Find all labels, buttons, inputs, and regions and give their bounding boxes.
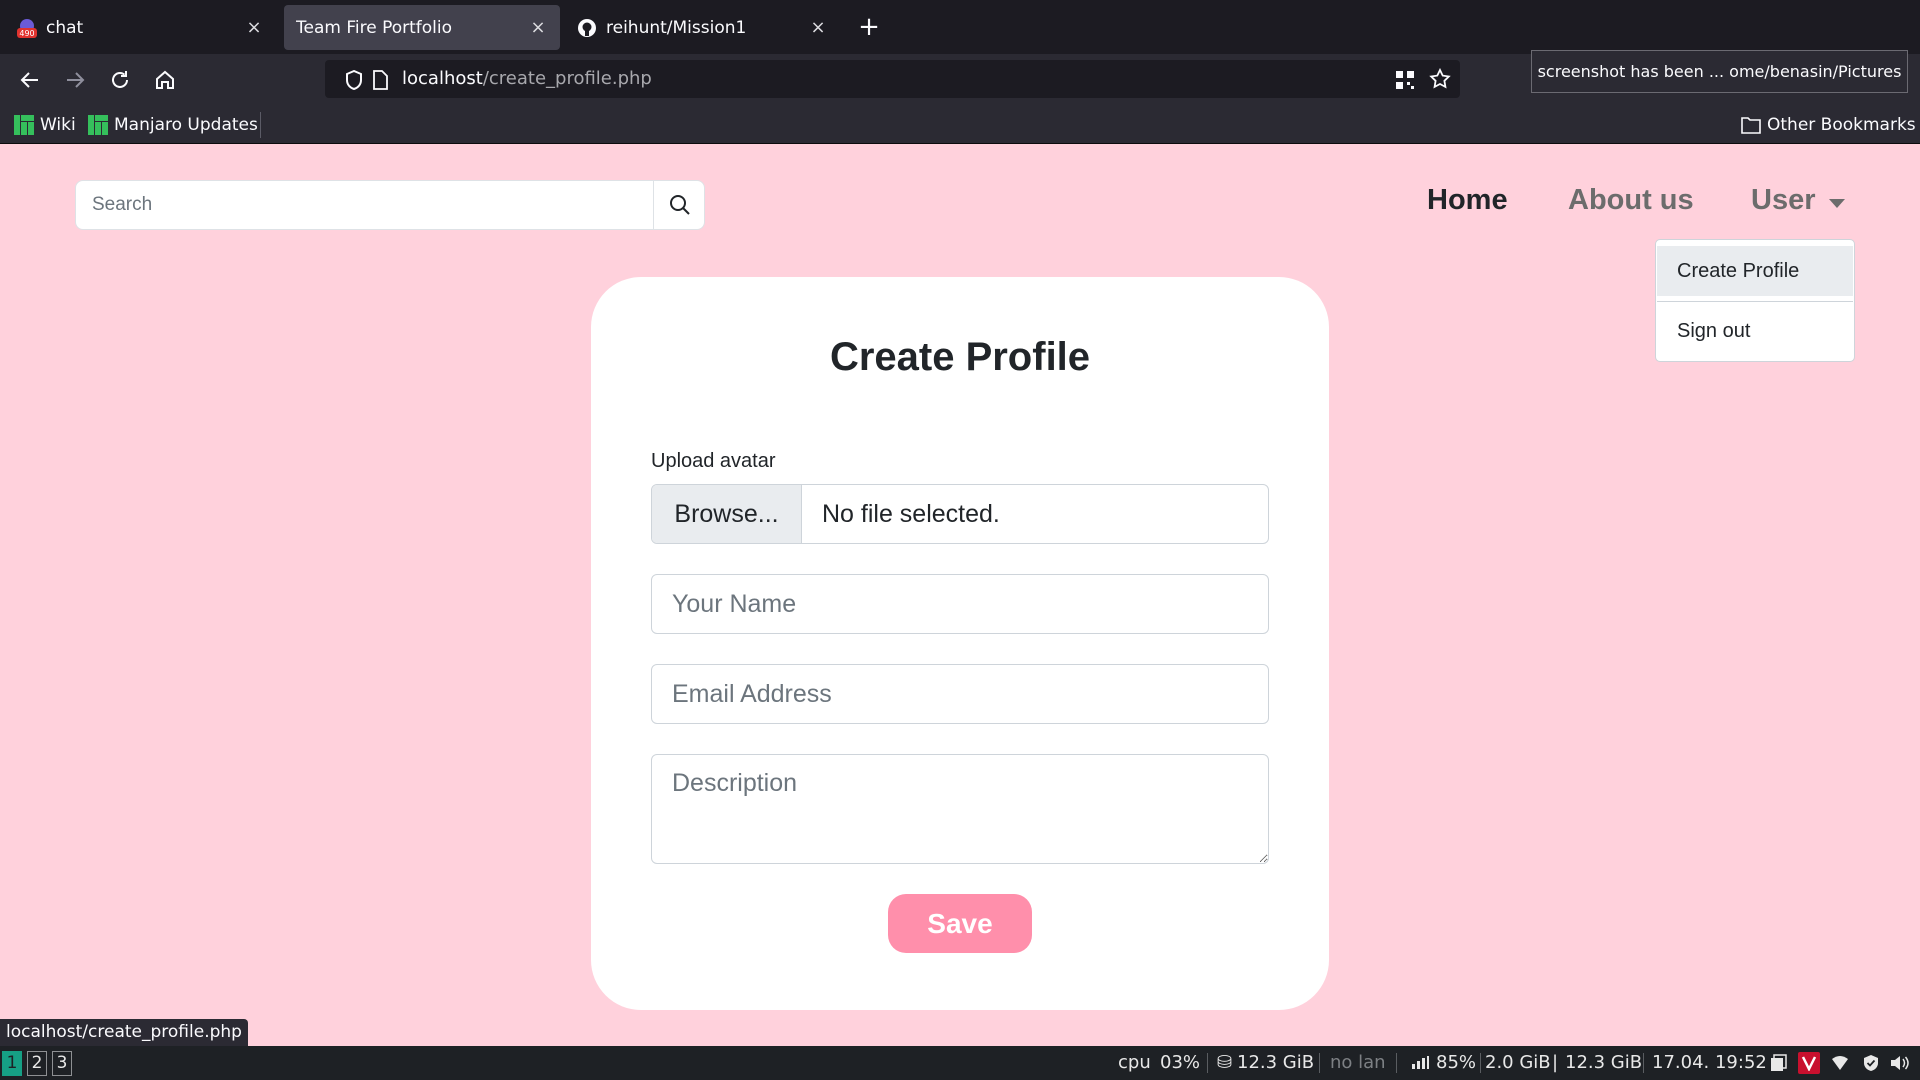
home-button[interactable]: [149, 64, 181, 96]
screenshot-notification: screenshot has been ... ome/benasin/Pict…: [1531, 50, 1908, 93]
taskbar-separator: [1207, 1053, 1208, 1073]
tab-team-fire-portfolio[interactable]: Team Fire Portfolio ×: [284, 5, 560, 50]
bookmark-wiki[interactable]: Wiki: [14, 112, 76, 138]
close-tab-icon[interactable]: ×: [808, 17, 828, 38]
star-icon[interactable]: [1429, 67, 1451, 94]
browse-button[interactable]: Browse...: [652, 485, 802, 543]
other-bookmarks[interactable]: Other Bookmarks: [1741, 112, 1916, 138]
disk-usage: 12.3 GiB: [1237, 1052, 1315, 1073]
taskbar-separator: [1480, 1053, 1481, 1073]
search-box: [75, 180, 705, 230]
cpu-label: cpu: [1118, 1052, 1151, 1073]
email-field[interactable]: [651, 664, 1269, 724]
cpu-value: 03%: [1160, 1052, 1201, 1073]
workspace-3[interactable]: 3: [52, 1051, 72, 1076]
avatar-file-input[interactable]: Browse... No file selected.: [651, 484, 1269, 544]
taskbar-separator: [1643, 1053, 1644, 1073]
tab-chat[interactable]: 490 chat ×: [4, 5, 276, 50]
folder-icon: [1741, 116, 1761, 134]
tab-label: Team Fire Portfolio: [296, 17, 453, 38]
tab-bar: 490 chat × Team Fire Portfolio × reihunt…: [0, 0, 1920, 54]
url-path: /create_profile.php: [482, 68, 652, 89]
create-profile-card: Create Profile Upload avatar Browse... N…: [591, 277, 1329, 1010]
manjaro-icon: [14, 115, 34, 135]
bookmark-separator: [260, 112, 261, 138]
user-dropdown-menu: Create Profile Sign out: [1655, 239, 1855, 362]
reload-icon: [112, 71, 128, 88]
chat-favicon-icon: 490: [16, 17, 38, 39]
home-icon: [156, 70, 174, 89]
close-tab-icon[interactable]: ×: [244, 17, 264, 38]
memory-total: 12.3 GiB: [1565, 1052, 1643, 1073]
tab-label: chat: [46, 17, 84, 38]
bookmark-label: Wiki: [40, 115, 76, 135]
description-field[interactable]: [651, 754, 1269, 864]
wifi-icon[interactable]: [1829, 1052, 1851, 1074]
chat-badge: 490: [19, 29, 34, 38]
manjaro-icon: [88, 115, 108, 135]
nav-home-link[interactable]: Home: [1427, 184, 1508, 217]
clock: 17.04. 19:52: [1652, 1052, 1767, 1073]
caret-down-icon[interactable]: [1829, 199, 1845, 208]
dropdown-sign-out[interactable]: Sign out: [1657, 306, 1853, 356]
close-tab-icon[interactable]: ×: [528, 17, 548, 38]
arrow-right-icon: [67, 72, 85, 88]
taskbar-separator: [1396, 1053, 1397, 1073]
bookmark-label: Manjaro Updates: [114, 115, 258, 135]
github-icon: [576, 17, 598, 39]
file-status-text: No file selected.: [822, 500, 1000, 528]
battery-icon: [1410, 1046, 1430, 1080]
workspace-1[interactable]: 1: [2, 1051, 22, 1076]
search-input[interactable]: [76, 181, 651, 229]
clipboard-icon[interactable]: [1767, 1052, 1789, 1074]
bookmark-manjaro-updates[interactable]: Manjaro Updates: [88, 112, 258, 138]
other-bookmarks-label: Other Bookmarks: [1767, 115, 1916, 135]
battery-level: 85%: [1436, 1052, 1477, 1073]
page-title: Create Profile: [829, 335, 1091, 379]
disk-icon: ⛁: [1217, 1052, 1233, 1073]
url-host: localhost: [402, 68, 483, 89]
workspace-2[interactable]: 2: [27, 1051, 47, 1076]
back-button[interactable]: [14, 64, 46, 96]
search-icon: [670, 195, 690, 215]
new-tab-button[interactable]: +: [858, 10, 880, 44]
name-field[interactable]: [651, 574, 1269, 634]
shield-icon[interactable]: [345, 69, 363, 94]
url-bar[interactable]: localhost/create_profile.php: [325, 60, 1460, 98]
reload-button[interactable]: [104, 64, 136, 96]
qr-code-icon[interactable]: [1395, 70, 1415, 94]
tab-label: reihunt/Mission1: [606, 17, 747, 38]
shield-check-icon[interactable]: [1860, 1052, 1882, 1074]
nav-about-link[interactable]: About us: [1568, 184, 1694, 217]
avatar-upload-label: Upload avatar: [651, 450, 776, 472]
bookmarks-bar: Wiki Manjaro Updates Other Bookmarks: [0, 106, 1920, 144]
page-icon[interactable]: [372, 70, 388, 94]
forward-button[interactable]: [59, 64, 91, 96]
memory-used: 2.0 GiB: [1485, 1052, 1551, 1073]
save-button[interactable]: Save: [888, 894, 1032, 953]
volume-icon[interactable]: [1889, 1052, 1911, 1074]
system-taskbar: 1 2 3 cpu 03% ⛁ 12.3 GiB no lan 85% 2.0 …: [0, 1046, 1920, 1080]
vivaldi-icon[interactable]: [1798, 1052, 1820, 1074]
dropdown-create-profile[interactable]: Create Profile: [1657, 246, 1853, 296]
page-content: Home About us User Create Profile Sign o…: [0, 144, 1920, 1046]
taskbar-separator: [1319, 1053, 1320, 1073]
dropdown-divider: [1657, 301, 1853, 302]
url-text[interactable]: localhost/create_profile.php: [402, 68, 652, 89]
search-button[interactable]: [653, 181, 706, 229]
link-status-url: localhost/create_profile.php: [0, 1019, 248, 1046]
tab-mission1[interactable]: reihunt/Mission1 ×: [564, 5, 840, 50]
network-status: no lan: [1330, 1052, 1386, 1073]
memory-divider: |: [1552, 1052, 1559, 1073]
arrow-left-icon: [20, 72, 38, 88]
nav-user-dropdown[interactable]: User: [1751, 184, 1816, 217]
